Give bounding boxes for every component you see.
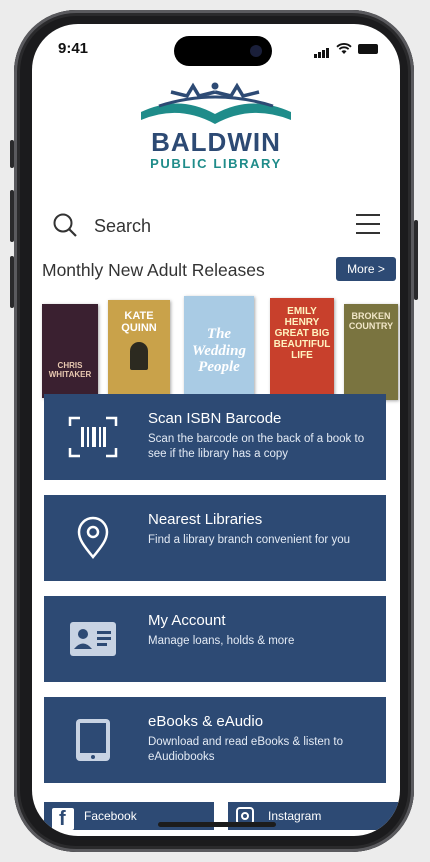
book-cover-text: CHRIS WHITAKER bbox=[48, 361, 92, 379]
app-screen: 9:41 BALDWIN PUBLIC LIBRARY Search Month… bbox=[32, 24, 400, 836]
instagram-label: Instagram bbox=[268, 809, 322, 823]
logo-subtitle: PUBLIC LIBRARY bbox=[150, 156, 282, 171]
card-description: Find a library branch convenient for you bbox=[148, 534, 350, 546]
search-bar[interactable]: Search bbox=[52, 210, 380, 242]
book-cover[interactable]: The Wedding People bbox=[184, 296, 254, 404]
tablet-icon bbox=[76, 719, 110, 761]
location-pin-icon bbox=[77, 516, 109, 559]
card-description: Manage loans, holds & more bbox=[148, 635, 295, 647]
library-logo: BALDWIN PUBLIC LIBRARY bbox=[32, 82, 400, 202]
my-account-card[interactable]: My Account Manage loans, holds & more bbox=[44, 596, 386, 682]
wifi-icon bbox=[336, 43, 352, 54]
book-cover-text: EMILY HENRY GREAT BIG BEAUTIFUL LIFE bbox=[273, 306, 331, 361]
power-button bbox=[414, 220, 418, 300]
card-title: My Account bbox=[148, 612, 226, 629]
card-description: Scan the barcode on the back of a book t… bbox=[148, 433, 365, 460]
barcode-icon bbox=[68, 416, 118, 458]
status-time: 9:41 bbox=[58, 40, 89, 57]
card-title: eBooks & eAudio bbox=[148, 713, 264, 730]
status-icons bbox=[314, 40, 378, 58]
nearest-libraries-card[interactable]: Nearest Libraries Find a library branch … bbox=[44, 495, 386, 581]
logo-book-icon bbox=[141, 82, 291, 124]
battery-icon bbox=[358, 44, 378, 54]
action-button bbox=[10, 140, 14, 168]
book-cover-text: BROKEN COUNTRY bbox=[348, 311, 394, 331]
card-title: Nearest Libraries bbox=[148, 511, 263, 528]
scan-isbn-card[interactable]: Scan ISBN Barcode Scan the barcode on th… bbox=[44, 394, 386, 480]
book-cover[interactable]: BROKEN COUNTRY bbox=[344, 304, 398, 400]
card-title: Scan ISBN Barcode bbox=[148, 410, 282, 427]
search-icon[interactable] bbox=[52, 212, 78, 238]
book-cover[interactable]: EMILY HENRY GREAT BIG BEAUTIFUL LIFE bbox=[270, 298, 334, 402]
signal-icon bbox=[314, 40, 330, 58]
book-cover[interactable]: CHRIS WHITAKER bbox=[42, 304, 98, 398]
hamburger-menu-icon[interactable] bbox=[356, 214, 380, 236]
search-label[interactable]: Search bbox=[94, 216, 151, 237]
ebooks-eaudio-card[interactable]: eBooks & eAudio Download and read eBooks… bbox=[44, 697, 386, 783]
dynamic-island bbox=[174, 36, 272, 66]
more-button[interactable]: More > bbox=[336, 257, 396, 281]
book-cover-text: The Wedding People bbox=[192, 326, 246, 375]
card-description: Download and read eBooks & listen to eAu… bbox=[148, 736, 343, 763]
book-cover[interactable]: KATE QUINN bbox=[108, 300, 170, 400]
facebook-icon: f bbox=[52, 808, 74, 830]
home-indicator[interactable] bbox=[158, 822, 276, 827]
volume-up-button bbox=[10, 190, 14, 242]
section-title: Monthly New Adult Releases bbox=[42, 260, 265, 280]
logo-name: BALDWIN bbox=[151, 127, 281, 157]
book-carousel[interactable]: CHRIS WHITAKER KATE QUINN The Wedding Pe… bbox=[32, 290, 400, 404]
volume-down-button bbox=[10, 256, 14, 308]
status-bar: 9:41 bbox=[32, 24, 400, 72]
book-cover-text: KATE QUINN bbox=[121, 310, 157, 335]
id-card-icon bbox=[70, 622, 116, 656]
facebook-label: Facebook bbox=[84, 809, 137, 823]
